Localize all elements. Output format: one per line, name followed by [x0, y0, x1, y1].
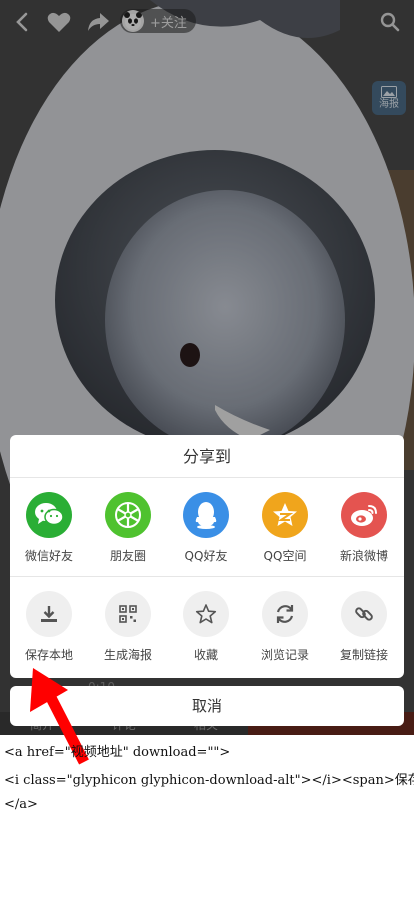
share-label: 朋友圈 — [109, 549, 146, 563]
generate-poster-button[interactable]: 生成海报 — [92, 591, 164, 663]
code-line-3: </a> — [4, 797, 38, 812]
share-label: 生成海报 — [103, 648, 152, 662]
share-weibo[interactable]: 新浪微博 — [328, 492, 400, 564]
star-icon — [183, 591, 229, 637]
copy-link-button[interactable]: 复制链接 — [328, 591, 400, 663]
share-label: 新浪微博 — [339, 549, 388, 563]
qrcode-icon — [105, 591, 151, 637]
favorite-button[interactable]: 收藏 — [170, 591, 242, 663]
share-label: 复制链接 — [339, 648, 388, 662]
share-qq-friend[interactable]: QQ好友 — [170, 492, 242, 564]
download-icon — [26, 591, 72, 637]
share-label: 保存本地 — [24, 648, 73, 662]
qzone-icon — [262, 492, 308, 538]
link-icon — [341, 591, 387, 637]
share-sheet-title: 分享到 — [10, 435, 404, 478]
code-line-1: <a href="视频地址" download=""> — [4, 745, 231, 760]
share-wechat-friend[interactable]: 微信好友 — [13, 492, 85, 564]
share-moments[interactable]: 朋友圈 — [92, 492, 164, 564]
share-row-tools: 保存本地 生成海报 收藏 浏览记录 复制链接 — [10, 577, 404, 676]
share-sheet: 分享到 微信好友 朋友圈 QQ好友 QQ空间 新浪微博 保存本地 生成海报 收藏… — [10, 435, 404, 678]
weibo-icon — [341, 492, 387, 538]
code-line-2: <i class="glyphicon glyphicon-download-a… — [4, 773, 414, 788]
cancel-button[interactable]: 取消 — [10, 686, 404, 726]
wechat-icon — [26, 492, 72, 538]
moments-icon — [105, 492, 151, 538]
share-label: 收藏 — [193, 648, 218, 662]
qq-icon — [183, 492, 229, 538]
share-row-social: 微信好友 朋友圈 QQ好友 QQ空间 新浪微博 — [10, 478, 404, 577]
share-label: 浏览记录 — [260, 648, 309, 662]
share-qzone[interactable]: QQ空间 — [249, 492, 321, 564]
refresh-icon — [262, 591, 308, 637]
share-label: QQ空间 — [263, 549, 307, 563]
history-button[interactable]: 浏览记录 — [249, 591, 321, 663]
share-label: QQ好友 — [184, 549, 228, 563]
save-local-button[interactable]: 保存本地 — [13, 591, 85, 663]
share-label: 微信好友 — [24, 549, 73, 563]
